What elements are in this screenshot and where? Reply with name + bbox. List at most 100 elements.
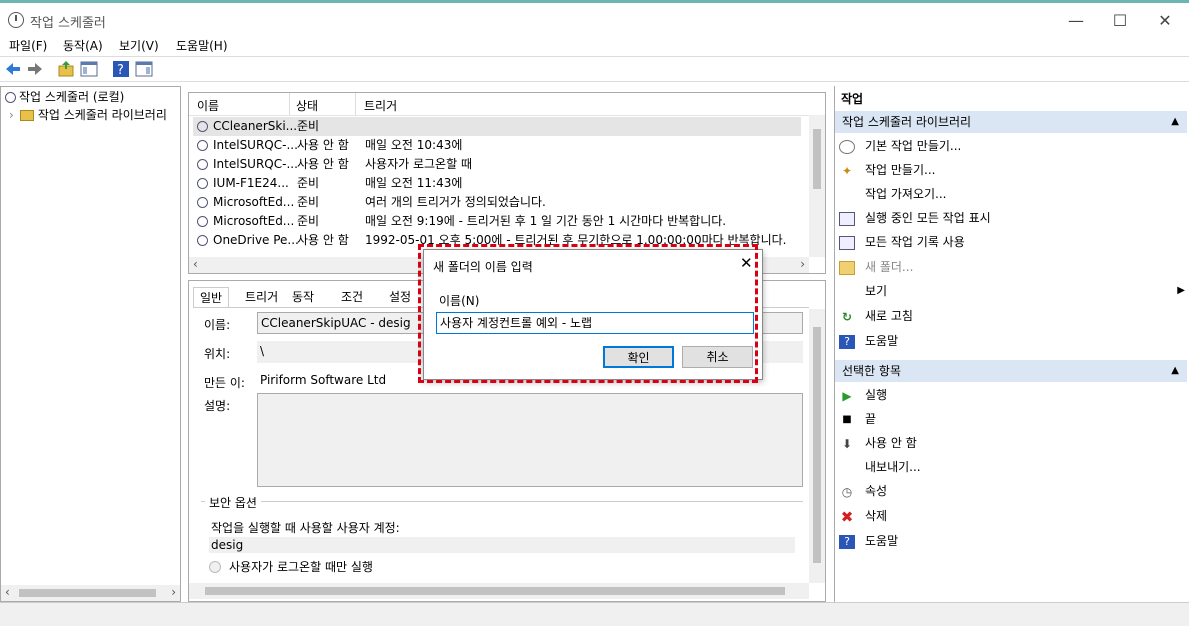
menu-help[interactable]: 도움말(H) (176, 37, 228, 54)
minimize-button[interactable]: — (1053, 9, 1099, 33)
action-help-selected[interactable]: ? 도움말 (839, 530, 898, 552)
highlight-annotation (418, 244, 758, 383)
task-icon (197, 121, 208, 132)
author-label: 만든 이: (204, 376, 245, 390)
task-icon (197, 178, 208, 189)
tree-item-root[interactable]: 작업 스케줄러 (로컬) (5, 88, 124, 106)
task-list-vscrollbar[interactable] (809, 115, 825, 257)
action-create-task[interactable]: ✦ 작업 만들기... (839, 159, 936, 181)
actions-pane: 작업 작업 스케줄러 라이브러리 ▲ 기본 작업 만들기... ✦ 작업 만들기.… (834, 86, 1189, 602)
action-end[interactable]: ■ 끝 (839, 408, 876, 430)
actions-header: 작업 (841, 92, 864, 106)
description-label: 설명: (204, 399, 231, 413)
run-as-account-value: desig (209, 537, 795, 553)
help-icon: ? (839, 334, 855, 349)
action-delete[interactable]: ✖ 삭제 (839, 505, 887, 527)
action-create-basic-task[interactable]: 기본 작업 만들기... (839, 135, 961, 157)
folder-icon (839, 260, 855, 275)
help-icon[interactable]: ? (112, 60, 130, 78)
toolbar: ? (0, 56, 1189, 82)
scroll-right-icon[interactable]: › (171, 585, 176, 599)
section-library[interactable]: 작업 스케줄러 라이브러리 ▲ (835, 111, 1187, 133)
scroll-right-icon[interactable]: › (800, 257, 805, 271)
section-library-label: 작업 스케줄러 라이브러리 (842, 115, 972, 129)
tab-triggers[interactable]: 트리거 (239, 287, 284, 307)
table-row[interactable]: IUM-F1E24... 준비 매일 오전 11:43에 (193, 174, 801, 193)
tab-actions[interactable]: 동작 (286, 287, 320, 307)
menu-view[interactable]: 보기(V) (119, 37, 159, 54)
tab-general[interactable]: 일반 (193, 287, 230, 307)
scroll-thumb[interactable] (813, 327, 821, 563)
clock-icon (5, 92, 16, 103)
collapse-up-icon[interactable]: ▲ (1171, 111, 1179, 133)
scroll-thumb[interactable] (19, 589, 156, 597)
svg-text:?: ? (117, 63, 124, 78)
show-hide-tree-icon[interactable] (80, 60, 98, 78)
blank-icon (839, 461, 855, 475)
section-selected[interactable]: 선택한 항목 ▲ (835, 360, 1187, 382)
tab-conditions[interactable]: 조건 (335, 287, 369, 307)
detail-vscrollbar[interactable] (809, 309, 825, 583)
folder-up-icon[interactable] (57, 60, 75, 78)
action-refresh[interactable]: ↻ 새로 고침 (839, 305, 913, 327)
delete-x-icon: ✖ (840, 507, 854, 526)
detail-hscrollbar[interactable] (189, 583, 809, 599)
forward-arrow-icon[interactable] (26, 60, 44, 78)
action-export[interactable]: 내보내기... (839, 456, 921, 478)
section-selected-label: 선택한 항목 (842, 364, 902, 378)
action-show-running[interactable]: 실행 중인 모든 작업 표시 (839, 207, 991, 229)
radio-run-logged-on-label: 사용자가 로그온할 때만 실행 (229, 560, 373, 574)
maximize-button[interactable]: ☐ (1097, 9, 1143, 33)
tree-pane: 작업 스케줄러 (로컬) › 작업 스케줄러 라이브러리 ‹ › (0, 86, 181, 602)
table-row[interactable]: IntelSURQC-... 사용 안 함 사용자가 로그온할 때 (193, 155, 801, 174)
scroll-left-icon[interactable]: ‹ (5, 585, 10, 599)
properties-icon: ◷ (841, 484, 853, 499)
play-icon: ▶ (842, 388, 852, 403)
blank-icon (839, 285, 855, 299)
action-new-folder[interactable]: 새 폴더... (839, 256, 913, 278)
tree-library-label: 작업 스케줄러 라이브러리 (37, 108, 167, 122)
action-properties[interactable]: ◷ 속성 (839, 480, 887, 502)
table-row[interactable]: MicrosoftEd... 준비 매일 오전 9:19에 - 트리거된 후 1… (193, 212, 801, 231)
column-status[interactable]: 상태 (296, 97, 318, 114)
tree-hscrollbar[interactable]: ‹ › (1, 585, 180, 601)
tree-item-library[interactable]: › 작업 스케줄러 라이브러리 (9, 106, 167, 124)
action-view[interactable]: 보기 ▶ (839, 280, 1185, 302)
scroll-left-icon[interactable]: ‹ (193, 257, 198, 271)
action-enable-history[interactable]: 모든 작업 기록 사용 (839, 231, 965, 253)
clock-icon (8, 12, 24, 28)
action-disable[interactable]: ⬇ 사용 안 함 (839, 432, 917, 454)
action-import-task[interactable]: 작업 가져오기... (839, 183, 947, 205)
column-name[interactable]: 이름 (197, 97, 219, 114)
chevron-right-icon[interactable]: › (9, 108, 14, 122)
menu-action[interactable]: 동작(A) (63, 37, 103, 54)
status-bar (0, 602, 1189, 626)
location-label: 위치: (204, 347, 231, 361)
task-icon (197, 216, 208, 227)
tab-settings[interactable]: 설정 (383, 287, 417, 307)
task-icon: ✦ (841, 163, 853, 178)
task-icon (197, 235, 208, 246)
close-button[interactable]: ✕ (1142, 9, 1188, 33)
scroll-thumb[interactable] (205, 587, 785, 595)
radio-run-logged-on[interactable] (209, 561, 221, 573)
action-run[interactable]: ▶ 실행 (839, 384, 887, 406)
window-title: 작업 스케줄러 (30, 16, 106, 31)
collapse-up-icon[interactable]: ▲ (1171, 360, 1179, 382)
table-row[interactable]: MicrosoftEd... 준비 여러 개의 트리거가 정의되었습니다. (193, 193, 801, 212)
menu-file[interactable]: 파일(F) (9, 37, 47, 54)
blank-icon (839, 188, 855, 202)
action-help-library[interactable]: ? 도움말 (839, 330, 898, 352)
back-arrow-icon[interactable] (4, 60, 22, 78)
table-row[interactable]: IntelSURQC-... 사용 안 함 매일 오전 10:43에 (193, 136, 801, 155)
show-hide-action-pane-icon[interactable] (135, 60, 153, 78)
table-row[interactable]: CCleanerSki... 준비 (193, 117, 801, 136)
submenu-arrow-icon: ▶ (1177, 285, 1185, 296)
help-icon: ? (839, 534, 855, 549)
down-arrow-icon: ⬇ (841, 436, 853, 451)
description-field[interactable] (257, 393, 803, 487)
scroll-thumb[interactable] (813, 129, 821, 189)
column-trigger[interactable]: 트리거 (364, 97, 397, 114)
folder-icon (19, 110, 34, 121)
stop-icon: ■ (842, 413, 852, 425)
